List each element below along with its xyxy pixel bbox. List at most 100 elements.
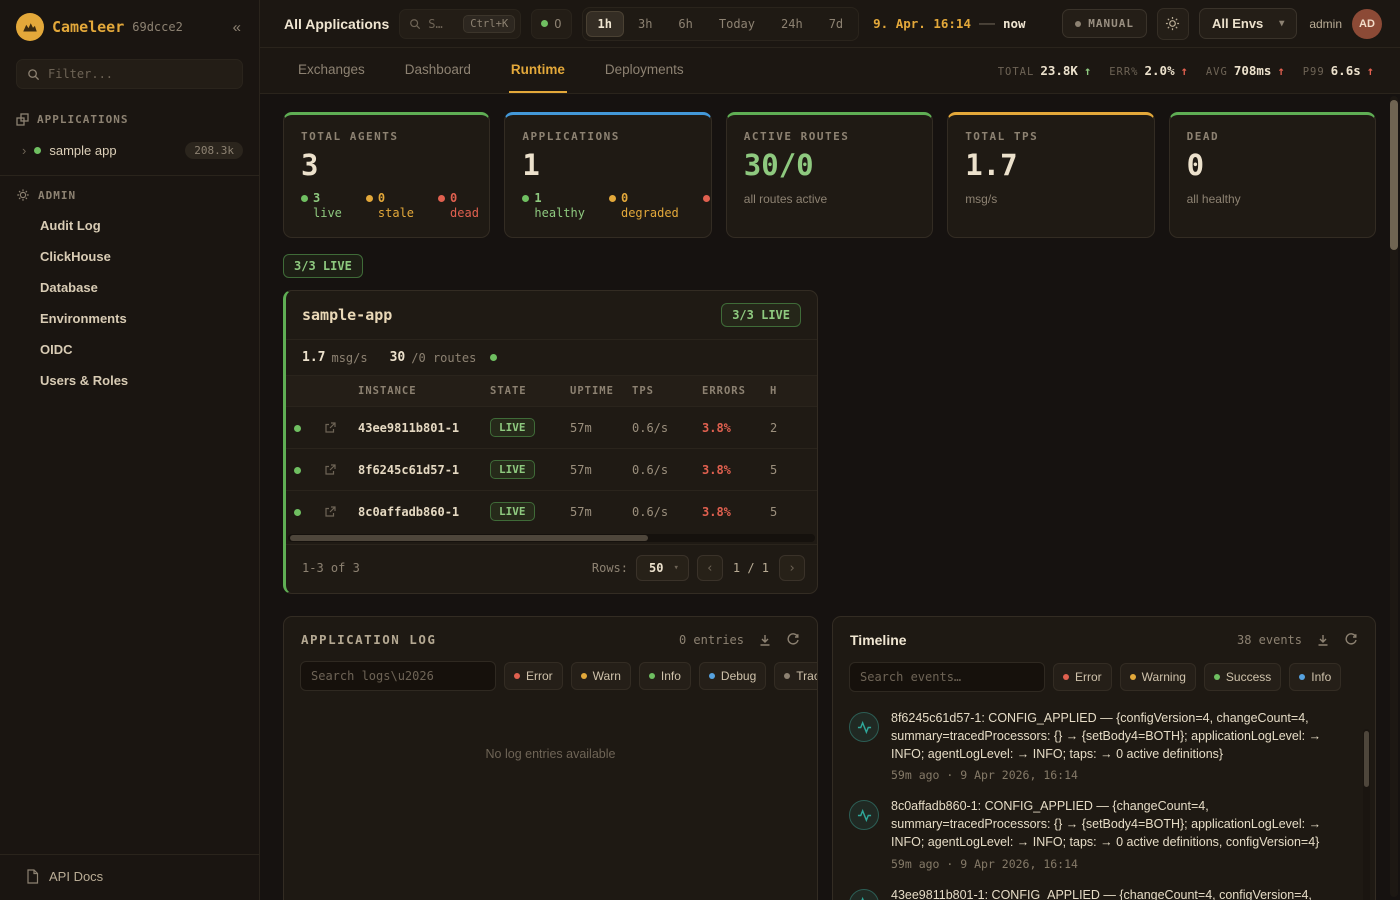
refresh-icon[interactable] — [1344, 633, 1358, 647]
scrollbar-thumb[interactable] — [1390, 100, 1398, 250]
filter-chip-error[interactable]: Error — [1053, 663, 1112, 691]
filter-chip-info[interactable]: Info — [639, 662, 691, 690]
gear-icon — [16, 188, 30, 202]
divider — [0, 175, 259, 176]
external-link-icon[interactable] — [324, 422, 342, 434]
tps-cell: 0.6/s — [624, 491, 694, 533]
prev-page-button[interactable]: ‹ — [697, 555, 723, 581]
scrollbar-thumb[interactable] — [1364, 731, 1369, 787]
filter-chip-success[interactable]: Success — [1204, 663, 1281, 691]
uptime-cell: 57m — [562, 407, 624, 449]
table-row[interactable]: 8f6245c61d57-1 LIVE 57m 0.6/s 3.8% 5 — [286, 449, 817, 491]
api-docs-link[interactable]: API Docs — [0, 854, 259, 900]
tab-deployments[interactable]: Deployments — [603, 48, 686, 93]
sidebar-collapse-button[interactable]: « — [229, 17, 245, 38]
sidebar-item-clickhouse[interactable]: ClickHouse — [0, 241, 259, 272]
timeline-events-list: 8f6245c61d57-1: CONFIG_APPLIED — {config… — [833, 704, 1375, 900]
sidebar-item-oidc[interactable]: OIDC — [0, 334, 259, 365]
range-1h[interactable]: 1h — [586, 11, 624, 37]
page-scrollbar[interactable] — [1390, 96, 1398, 897]
filter-chip-warn[interactable]: Warn — [571, 662, 631, 690]
sidebar-filter-input[interactable] — [16, 59, 243, 89]
theme-toggle-button[interactable] — [1157, 8, 1189, 40]
apps-degraded: 0 degraded — [609, 191, 679, 220]
rows-label: Rows: — [592, 561, 628, 575]
time-range-group: 1h 3h 6h Today 24h 7d — [582, 7, 860, 41]
event-time: 59m ago · 9 Apr 2026, 16:14 — [891, 857, 1353, 871]
event-text: 8c0affadb860-1: CONFIG_APPLIED — {change… — [891, 798, 1353, 851]
sidebar-item-users-roles[interactable]: Users & Roles — [0, 365, 259, 396]
up-arrow-icon: ↑ — [1084, 64, 1091, 78]
filter-chip-warning[interactable]: Warning — [1120, 663, 1196, 691]
camel-logo-icon — [16, 13, 44, 41]
search-icon — [27, 68, 40, 81]
tab-dashboard[interactable]: Dashboard — [403, 48, 473, 93]
sidebar-item-sample-app[interactable]: › sample app 208.3k — [0, 134, 259, 167]
timeline-event[interactable]: 8f6245c61d57-1: CONFIG_APPLIED — {config… — [849, 710, 1353, 782]
stat-avg: AVG 708ms ↑ — [1206, 63, 1285, 78]
main-area: All Applications Ctrl+K O 1h 3h 6h Today… — [260, 0, 1400, 900]
up-arrow-icon: ↑ — [1367, 64, 1374, 78]
sidebar-item-environments[interactable]: Environments — [0, 303, 259, 334]
heap-cell: 5 — [762, 449, 817, 491]
timeline-event[interactable]: 43ee9811b801-1: CONFIG_APPLIED — {change… — [849, 887, 1353, 900]
admin-section-header: ADMIN — [0, 178, 259, 210]
applications-value: 1 — [522, 151, 693, 180]
manual-refresh-button[interactable]: MANUAL — [1062, 9, 1147, 38]
filter-input[interactable] — [48, 67, 232, 81]
log-empty-state: No log entries available — [284, 703, 817, 900]
filter-chip-error[interactable]: Error — [504, 662, 563, 690]
range-24h[interactable]: 24h — [769, 11, 815, 37]
filter-chip-trace[interactable]: Trace — [774, 662, 818, 690]
tab-runtime[interactable]: Runtime — [509, 48, 567, 93]
rows-per-page-select[interactable]: 50 ▾ — [636, 555, 689, 581]
download-icon[interactable] — [1316, 633, 1330, 647]
rows-range: 1-3 of 3 — [302, 561, 360, 575]
expand-chevron-icon[interactable]: › — [22, 143, 26, 158]
heap-cell: 2 — [762, 407, 817, 449]
brand-name: Cameleer — [52, 18, 124, 36]
external-link-icon[interactable] — [324, 464, 342, 476]
global-search[interactable]: Ctrl+K — [399, 9, 521, 39]
stat-err: ERR% 2.0% ↑ — [1109, 63, 1188, 78]
up-arrow-icon: ↑ — [1181, 64, 1188, 78]
sidebar-item-database[interactable]: Database — [0, 272, 259, 303]
card-dead: DEAD 0 all healthy — [1169, 112, 1376, 238]
errors-cell: 3.8% — [694, 449, 762, 491]
event-text: 43ee9811b801-1: CONFIG_APPLIED — {change… — [891, 887, 1312, 900]
download-icon[interactable] — [758, 633, 772, 647]
sidebar-item-audit-log[interactable]: Audit Log — [0, 210, 259, 241]
external-link-icon[interactable] — [324, 506, 342, 518]
next-page-button[interactable]: › — [779, 555, 805, 581]
instance-id: 8c0affadb860-1 — [350, 491, 482, 533]
horizontal-scrollbar[interactable] — [288, 534, 815, 542]
range-6h[interactable]: 6h — [666, 11, 704, 37]
dead-value: 0 — [1187, 151, 1358, 180]
env-select[interactable]: All Envs ▾ — [1199, 8, 1297, 39]
chevron-down-icon: ▾ — [1279, 18, 1284, 29]
scrollbar-thumb[interactable] — [290, 535, 648, 541]
table-row[interactable]: 8c0affadb860-1 LIVE 57m 0.6/s 3.8% 5 — [286, 491, 817, 533]
range-3h[interactable]: 3h — [626, 11, 664, 37]
global-search-input[interactable] — [428, 17, 456, 31]
errors-cell: 3.8% — [694, 407, 762, 449]
filter-chip-debug[interactable]: Debug — [699, 662, 766, 690]
log-search-input[interactable] — [300, 661, 496, 691]
timeline-scrollbar[interactable] — [1363, 729, 1370, 900]
timeline-search-input[interactable] — [849, 662, 1045, 692]
avatar[interactable]: AD — [1352, 9, 1382, 39]
online-indicator[interactable]: O — [531, 9, 571, 39]
range-today[interactable]: Today — [707, 11, 767, 37]
filter-chip-info[interactable]: Info — [1289, 663, 1341, 691]
tab-exchanges[interactable]: Exchanges — [296, 48, 367, 93]
range-7d[interactable]: 7d — [817, 11, 855, 37]
activity-icon — [849, 712, 879, 742]
heap-cell: 5 — [762, 491, 817, 533]
timeline-event-count: 38 events — [1237, 633, 1302, 647]
table-row[interactable]: 43ee9811b801-1 LIVE 57m 0.6/s 3.8% 2 — [286, 407, 817, 449]
timeline-title: Timeline — [850, 632, 907, 648]
status-dot — [34, 147, 41, 154]
timeline-event[interactable]: 8c0affadb860-1: CONFIG_APPLIED — {change… — [849, 798, 1353, 870]
tps-cell: 0.6/s — [624, 449, 694, 491]
refresh-icon[interactable] — [786, 633, 800, 647]
